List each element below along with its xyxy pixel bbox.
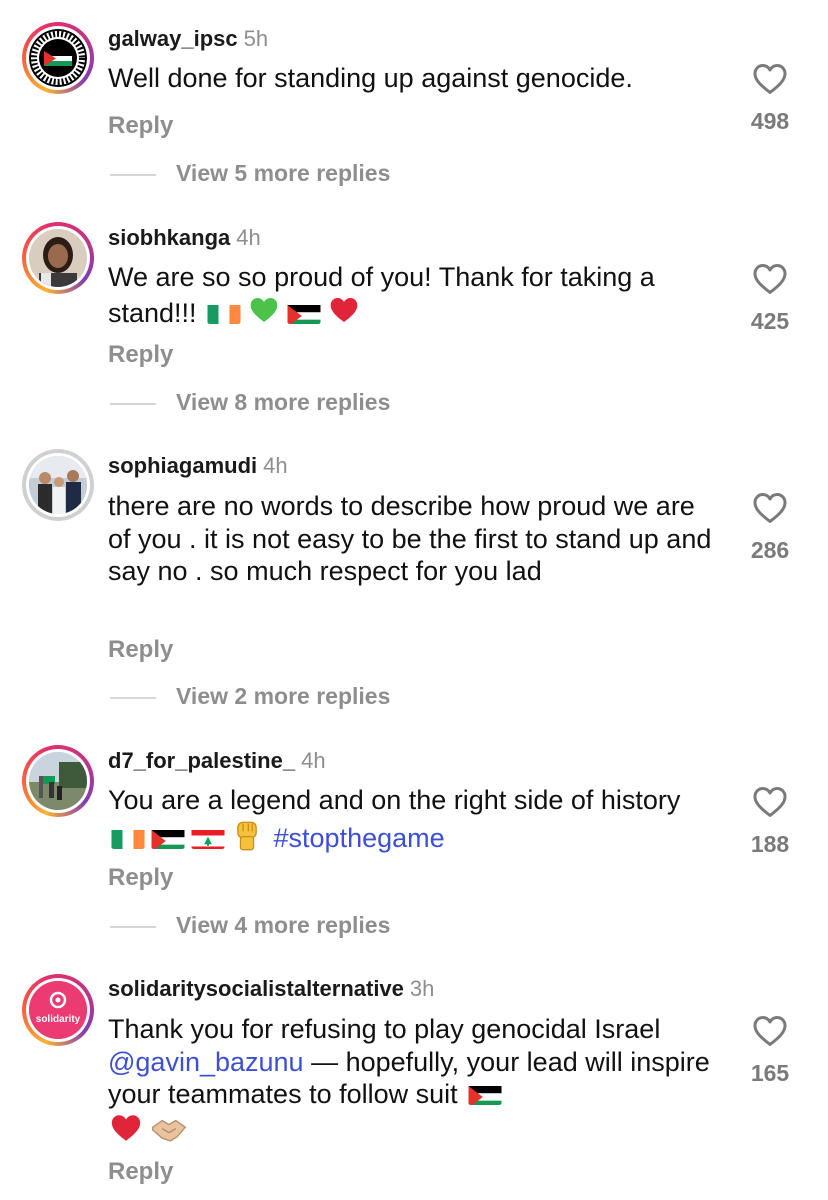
like-count: 498	[750, 108, 790, 134]
palestine-flag-icon	[287, 302, 321, 324]
ireland-flag-icon	[111, 827, 145, 849]
green-heart-icon	[247, 294, 281, 326]
avatar-logo-text: solidarity	[35, 1014, 81, 1025]
palestine-flag-icon	[151, 827, 185, 849]
reply-button[interactable]: Reply	[108, 1158, 173, 1186]
red-heart-icon	[327, 294, 361, 326]
heart-icon[interactable]	[751, 60, 789, 98]
avatar[interactable]	[22, 745, 94, 817]
ireland-flag-icon	[207, 302, 241, 324]
username[interactable]: d7_for_palestine_	[108, 748, 295, 773]
username[interactable]: solidaritysocialistalternative	[108, 976, 404, 1001]
like-count: 188	[750, 831, 790, 857]
heart-icon[interactable]	[751, 783, 789, 821]
username[interactable]: sophiagamudi	[108, 453, 257, 478]
hashtag-link[interactable]: #stopthegame	[274, 823, 445, 853]
like-count: 286	[750, 537, 790, 563]
mention-link[interactable]: @gavin_bazunu	[108, 1047, 304, 1077]
comment-text: Thank you for refusing to play genocidal…	[108, 1013, 718, 1148]
palestine-solidarity-badge-icon	[29, 29, 87, 87]
comment-text: there are no words to describe how proud…	[108, 491, 712, 586]
timestamp: 3h	[409, 976, 435, 1001]
comment-text: Well done for standing up against genoci…	[108, 63, 633, 93]
divider	[110, 926, 156, 928]
divider	[110, 403, 156, 405]
palestine-flag-icon	[468, 1083, 502, 1105]
profile-photo-icon	[29, 229, 87, 287]
reply-button[interactable]: Reply	[108, 636, 173, 664]
like-count: 165	[750, 1060, 790, 1086]
avatar[interactable]	[22, 22, 94, 94]
street-photo-icon	[29, 752, 87, 810]
divider	[110, 174, 156, 176]
heart-icon[interactable]	[751, 260, 789, 298]
reply-button[interactable]: Reply	[108, 112, 173, 140]
timestamp: 5h	[243, 26, 269, 51]
comment-text: We are so so proud of you! Thank for tak…	[108, 262, 655, 328]
avatar[interactable]	[22, 449, 94, 521]
username[interactable]: galway_ipsc	[108, 26, 238, 51]
heart-icon[interactable]	[751, 489, 789, 527]
divider	[110, 697, 156, 699]
raised-fist-icon	[237, 821, 257, 850]
lebanon-flag-icon	[191, 827, 225, 849]
solidarity-logo-icon: solidarity	[29, 981, 87, 1039]
red-heart-icon	[108, 1111, 144, 1145]
comment-text: You are a legend and on the right side o…	[108, 785, 681, 853]
avatar[interactable]: solidarity	[22, 974, 94, 1046]
reply-button[interactable]: Reply	[108, 341, 173, 369]
username[interactable]: siobhkanga	[108, 225, 230, 250]
timestamp: 4h	[236, 225, 261, 250]
group-photo-icon	[29, 456, 87, 514]
avatar[interactable]	[22, 222, 94, 294]
heart-icon[interactable]	[751, 1012, 789, 1050]
timestamp: 4h	[263, 453, 288, 478]
like-count: 425	[750, 308, 790, 334]
reply-button[interactable]: Reply	[108, 864, 173, 892]
timestamp: 4h	[301, 748, 326, 773]
handshake-icon	[152, 1119, 187, 1142]
